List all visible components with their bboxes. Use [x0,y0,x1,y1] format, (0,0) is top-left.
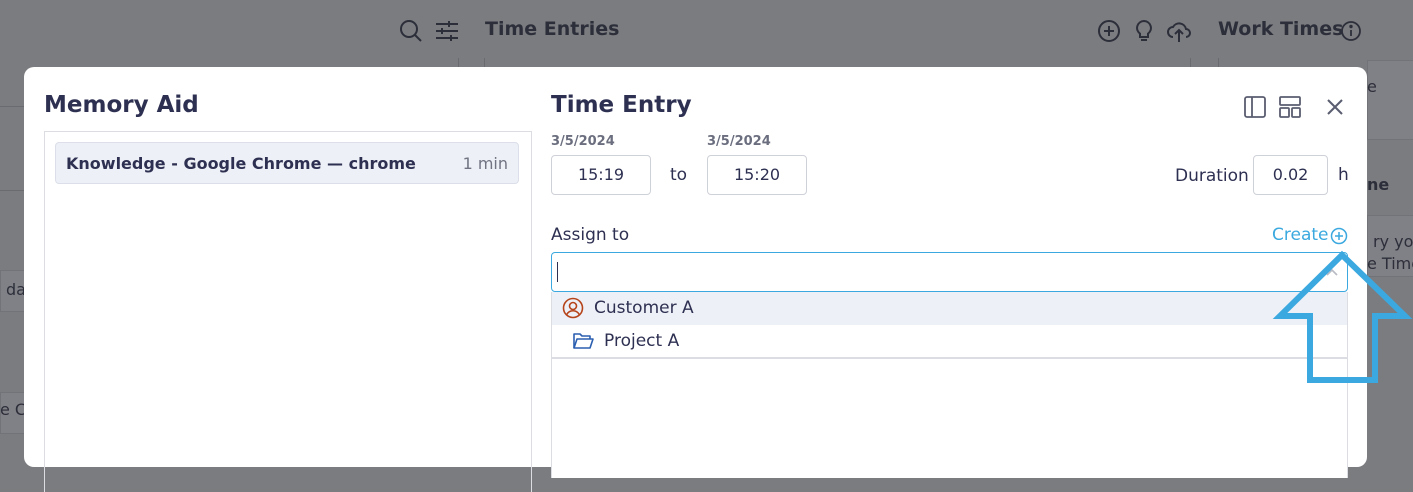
dropdown-option-customer[interactable]: Customer A [552,292,1347,325]
memory-aid-item-label: Knowledge - Google Chrome — chrome [66,154,416,173]
background-divider [0,190,24,191]
memory-aid-item[interactable]: Knowledge - Google Chrome — chrome 1 min [55,142,519,184]
start-date-label: 3/5/2024 [551,134,615,149]
dropdown-option-label: Customer A [594,298,694,318]
work-times-title: Work Times [1218,18,1344,40]
side-panel-icon[interactable] [1242,94,1268,120]
memory-aid-item-duration: 1 min [462,154,508,173]
assign-to-input[interactable] [551,252,1348,292]
duration-label: Duration [1175,166,1249,186]
create-label: Create [1272,225,1329,245]
end-time-input[interactable]: 15:20 [707,155,807,195]
dropdown-option-project[interactable]: Project A [552,325,1347,358]
cloud-upload-icon [1166,18,1192,44]
add-circle-icon [1096,18,1122,44]
customer-icon [562,297,584,319]
end-date-label: 3/5/2024 [707,134,771,149]
folder-open-icon [572,330,594,352]
text-caret [557,262,558,282]
background-text: da [6,280,24,299]
search-icon [398,18,424,44]
close-icon[interactable] [1322,94,1348,120]
to-label: to [670,165,688,185]
start-time-input[interactable]: 15:19 [551,155,651,195]
notes-area[interactable] [551,358,1348,478]
memory-aid-title: Memory Aid [44,92,199,118]
create-button[interactable]: Create [1272,225,1348,245]
background-divider [0,106,24,107]
background-text: ne [1367,175,1390,194]
background-card [1367,60,1413,140]
background-text: e [1367,77,1377,96]
duration-input[interactable]: 0.02 [1253,155,1328,195]
lightbulb-icon [1131,18,1157,44]
assign-to-label: Assign to [551,225,630,245]
background-text: e C [0,400,24,419]
time-entries-title: Time Entries [485,18,620,40]
layout-icon[interactable] [1277,94,1303,120]
time-entry-modal: Memory Aid Knowledge - Google Chrome — c… [24,67,1367,492]
background-header: Time Entries Work Times [0,0,1413,60]
up-arrow-annotation [1272,250,1413,383]
assign-dropdown: Customer A Project A [551,292,1348,358]
memory-aid-list: Knowledge - Google Chrome — chrome 1 min [44,131,532,492]
info-icon [1340,20,1362,42]
time-entry-title: Time Entry [551,92,692,118]
background-text: ry you [1373,232,1413,251]
add-circle-icon [1330,227,1348,245]
filter-sliders-icon [434,18,460,44]
dropdown-option-label: Project A [604,331,680,351]
duration-unit: h [1338,165,1349,185]
